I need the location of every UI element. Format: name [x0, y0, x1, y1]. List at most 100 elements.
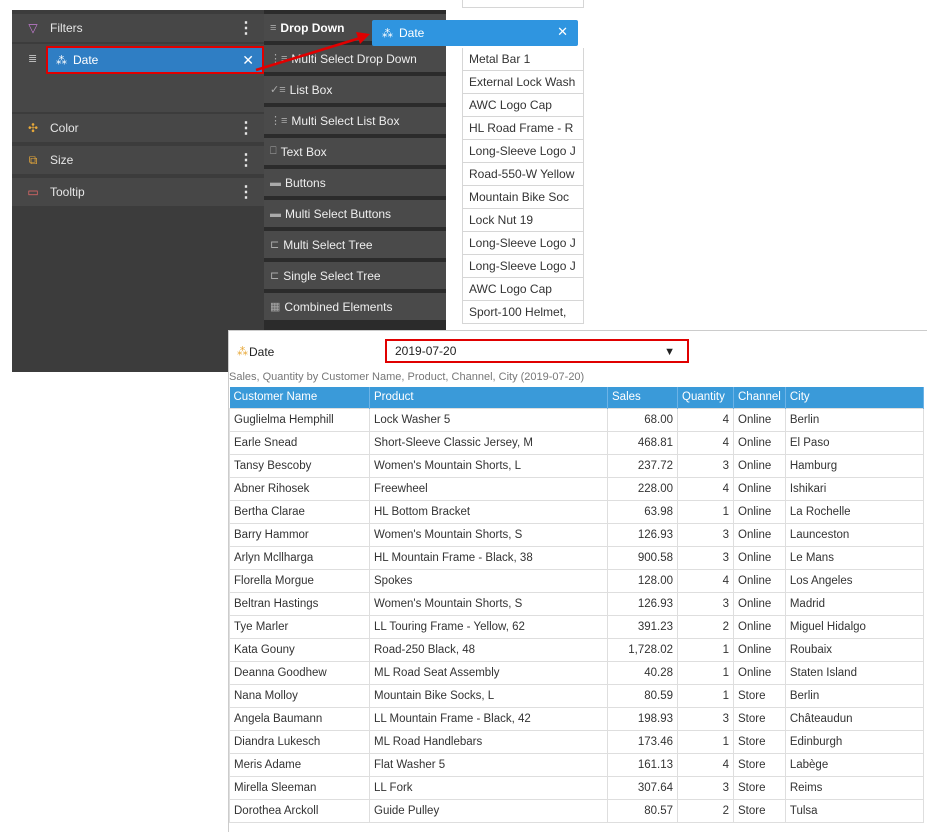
palette-item-list-box[interactable]: ✓≡ List Box [264, 76, 446, 105]
column-header[interactable]: Customer Name [229, 387, 370, 408]
palette-item-label: Multi Select Tree [283, 237, 373, 252]
table-cell: Roubaix [784, 637, 925, 662]
table-cell: Online [733, 545, 786, 570]
table-cell: 468.81 [607, 430, 678, 455]
table-row[interactable]: Diandra Lukesch ML Road Handlebars 173.46 1… [229, 729, 925, 754]
palette-item-label: Multi Select Buttons [285, 206, 392, 221]
table-cell: Road-250 Black, 48 [369, 637, 608, 662]
filters-menu-icon[interactable]: ⋮ [238, 18, 254, 38]
product-list: Metal Bar 1 External Lock Wash AWC Logo … [462, 0, 584, 330]
table-cell: 228.00 [607, 476, 678, 501]
table-cell: Online [733, 499, 786, 524]
date-dropdown[interactable]: 2019-07-20 ▼ [385, 339, 689, 363]
list-box-icon: ✓≡ [270, 84, 286, 96]
table-cell: Los Angeles [784, 568, 925, 593]
close-icon[interactable]: ✕ [557, 24, 568, 40]
table-cell: 80.59 [607, 683, 678, 708]
palette-item-combined-elements[interactable]: ▦ Combined Elements [264, 293, 446, 322]
filters-section[interactable]: ▽ Filters ⋮ [12, 14, 264, 42]
size-section[interactable]: ⧉ Size ⋮ [12, 146, 264, 174]
palette-item-buttons[interactable]: ▬ Buttons [264, 169, 446, 198]
table-row[interactable]: Florella Morgue Spokes 128.00 4 Online Los An… [229, 568, 925, 593]
table-cell: Online [733, 407, 786, 432]
tooltip-section[interactable]: ▭ Tooltip ⋮ [12, 178, 264, 206]
table-row[interactable]: Tansy Bescoby Women's Mountain Shorts, L2… [229, 453, 925, 478]
table-cell: Edinburgh [784, 729, 925, 754]
color-section[interactable]: ✣ Color ⋮ [12, 114, 264, 142]
table-row[interactable]: Meris Adame Flat Washer 5 161.13 4 Store Labè… [229, 752, 925, 777]
table-row[interactable]: Nana Molloy Mountain Bike Socks, L 80.59 1 S… [229, 683, 925, 708]
table-cell: 4 [677, 752, 734, 777]
table-cell: Berlin [784, 683, 925, 708]
table-row[interactable]: Tye Marler LL Touring Frame - Yellow, 62 3… [229, 614, 925, 639]
table-cell: LL Mountain Frame - Black, 42 [369, 706, 608, 731]
column-header[interactable]: Quantity [677, 387, 734, 408]
column-header[interactable]: Sales [607, 387, 678, 408]
remove-icon[interactable]: ✕ [242, 52, 254, 69]
table-row[interactable]: Barry Hammor Women's Mountain Shorts, S 12… [229, 522, 925, 547]
table-cell: Lock Washer 5 [369, 407, 608, 432]
table-row[interactable]: Mirella Sleeman LL Fork 307.64 3 Store Reims [229, 775, 925, 800]
table-row[interactable]: Arlyn Mcllharga HL Mountain Frame - Black… [229, 545, 925, 570]
table-cell: Ishikari [784, 476, 925, 501]
table-cell: 1,728.02 [607, 637, 678, 662]
palette-item-text-box[interactable]: ⎕ Text Box [264, 138, 446, 167]
table-cell: Abner Rihosek [229, 476, 370, 501]
column-header[interactable]: Channel [733, 387, 786, 408]
table-cell: Arlyn Mcllharga [229, 545, 370, 570]
color-menu-icon[interactable]: ⋮ [238, 118, 254, 138]
table-cell: 3 [677, 775, 734, 800]
table-row[interactable]: Guglielma Hemphill Lock Washer 5 68.00 4 Onl… [229, 407, 925, 432]
buttons-icon: ▬ [270, 176, 281, 189]
chevron-down-icon[interactable]: ▼ [664, 342, 675, 362]
table-cell: Online [733, 614, 786, 639]
palette-item-single-select-tree[interactable]: ⊏ Single Select Tree [264, 262, 446, 291]
table-row[interactable]: Dorothea Arckoll Guide Pulley 80.57 2 Store T… [229, 798, 925, 823]
table-row[interactable]: Angela Baumann LL Mountain Frame - Black,… [229, 706, 925, 731]
dragging-date-chip[interactable]: ⁂ Date ✕ [372, 20, 578, 46]
palette-item-multi-select-list-box[interactable]: ⋮≡ Multi Select List Box [264, 107, 446, 136]
palette-item-multi-select-buttons[interactable]: ▬ Multi Select Buttons [264, 200, 446, 229]
table-cell: Labège [784, 752, 925, 777]
tooltip-menu-icon[interactable]: ⋮ [238, 182, 254, 202]
date-field-icon: ⁂ [382, 27, 393, 40]
list-item-clipped [462, 0, 584, 8]
table-cell: Tulsa [784, 798, 925, 823]
table-cell: 391.23 [607, 614, 678, 639]
table-cell: LL Touring Frame - Yellow, 62 [369, 614, 608, 639]
palette-item-multi-select-tree[interactable]: ⊏ Multi Select Tree [264, 231, 446, 260]
single-tree-icon: ⊏ [270, 270, 280, 282]
column-header[interactable]: Product [369, 387, 608, 408]
table-cell: Women's Mountain Shorts, S [369, 522, 608, 547]
table-cell: ML Road Handlebars [369, 729, 608, 754]
table-cell: 3 [677, 706, 734, 731]
table-cell: 128.00 [607, 568, 678, 593]
table-row[interactable]: Kata Gouny Road-250 Black, 48 1,728.02 1 Onl… [229, 637, 925, 662]
multi-buttons-icon: ▬ [270, 207, 281, 220]
table-cell: HL Bottom Bracket [369, 499, 608, 524]
palette-item-label: List Box [289, 82, 333, 97]
table-row[interactable]: Deanna Goodhew ML Road Seat Assembly 40.28… [229, 660, 925, 685]
table-cell: 1 [677, 660, 734, 685]
table-cell: 68.00 [607, 407, 678, 432]
table-row[interactable]: Earle Snead Short-Sleeve Classic Jersey, … [229, 430, 925, 455]
table-cell: La Rochelle [784, 499, 925, 524]
table-row[interactable]: Abner Rihosek Freewheel 228.00 4 Online Ishik… [229, 476, 925, 501]
table-cell: Women's Mountain Shorts, S [369, 591, 608, 616]
table-cell: Earle Snead [229, 430, 370, 455]
table-cell: Châteaudun [784, 706, 925, 731]
table-cell: Store [733, 706, 786, 731]
drop-down-icon: ≡ [270, 21, 277, 34]
combined-elements-icon: ▦ [270, 301, 281, 313]
table-cell: 3 [677, 591, 734, 616]
table-row[interactable]: Bertha Clarae HL Bottom Bracket 63.98 1 Onli… [229, 499, 925, 524]
list-item: External Lock Wash [462, 71, 584, 94]
size-menu-icon[interactable]: ⋮ [238, 150, 254, 170]
date-filter-chip[interactable]: ⁂ Date ✕ [46, 46, 264, 74]
table-cell: 3 [677, 453, 734, 478]
column-header[interactable]: City [785, 387, 925, 408]
table-row[interactable]: Beltran Hastings Women's Mountain Shorts,… [229, 591, 925, 616]
palette-item-label: Multi Select Drop Down [291, 51, 417, 66]
table-cell: Tye Marler [229, 614, 370, 639]
palette-item-multi-select-drop-down[interactable]: ⋮≡ Multi Select Drop Down [264, 45, 446, 74]
